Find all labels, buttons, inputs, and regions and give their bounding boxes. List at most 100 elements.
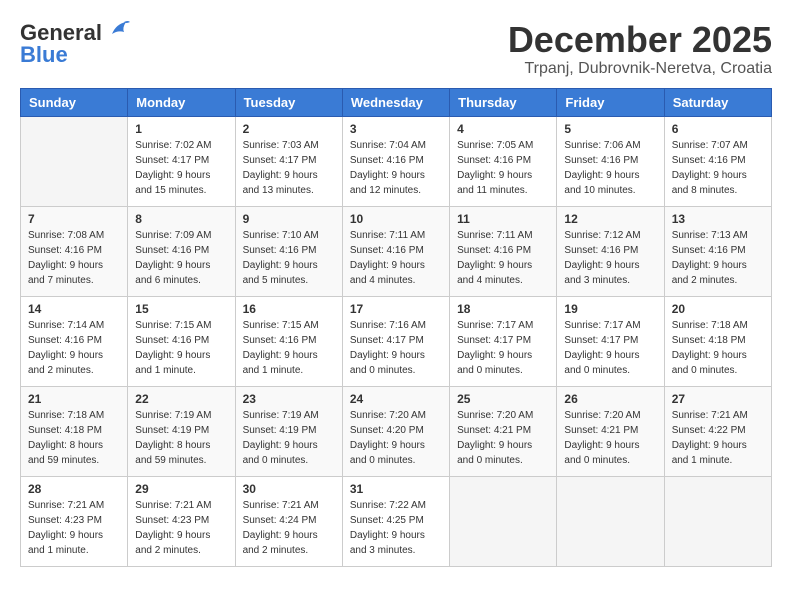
- day-number: 17: [350, 302, 442, 316]
- day-number: 2: [243, 122, 335, 136]
- calendar-cell: 31 Sunrise: 7:22 AMSunset: 4:25 PMDayligh…: [342, 476, 449, 566]
- location-subtitle: Trpanj, Dubrovnik-Neretva, Croatia: [508, 60, 772, 78]
- day-number: 13: [672, 212, 764, 226]
- weekday-header-saturday: Saturday: [664, 88, 771, 116]
- day-info: Sunrise: 7:03 AMSunset: 4:17 PMDaylight:…: [243, 140, 319, 196]
- day-number: 24: [350, 392, 442, 406]
- day-number: 5: [564, 122, 656, 136]
- day-number: 31: [350, 482, 442, 496]
- day-number: 15: [135, 302, 227, 316]
- day-number: 11: [457, 212, 549, 226]
- calendar-cell: 19 Sunrise: 7:17 AMSunset: 4:17 PMDayligh…: [557, 296, 664, 386]
- day-info: Sunrise: 7:13 AMSunset: 4:16 PMDaylight:…: [672, 230, 748, 286]
- calendar-cell: 2 Sunrise: 7:03 AMSunset: 4:17 PMDaylight…: [235, 116, 342, 206]
- calendar-cell: 3Sunrise: 7:04 AMSunset: 4:16 PMDaylight…: [342, 116, 449, 206]
- day-number: 29: [135, 482, 227, 496]
- calendar-cell: 24 Sunrise: 7:20 AMSunset: 4:20 PMDayligh…: [342, 386, 449, 476]
- day-number: 19: [564, 302, 656, 316]
- calendar-week-row: 21Sunrise: 7:18 AMSunset: 4:18 PMDayligh…: [21, 386, 772, 476]
- calendar-cell: 26 Sunrise: 7:20 AMSunset: 4:21 PMDayligh…: [557, 386, 664, 476]
- day-info: Sunrise: 7:02 AMSunset: 4:17 PMDaylight:…: [135, 140, 211, 196]
- weekday-header-sunday: Sunday: [21, 88, 128, 116]
- calendar-cell: 22Sunrise: 7:19 AMSunset: 4:19 PMDayligh…: [128, 386, 235, 476]
- calendar-cell: 21Sunrise: 7:18 AMSunset: 4:18 PMDayligh…: [21, 386, 128, 476]
- day-number: 28: [28, 482, 120, 496]
- calendar-week-row: 7 Sunrise: 7:08 AMSunset: 4:16 PMDaylight…: [21, 206, 772, 296]
- day-info: Sunrise: 7:20 AMSunset: 4:21 PMDaylight:…: [457, 410, 533, 466]
- month-title: December 2025: [508, 20, 772, 60]
- day-number: 12: [564, 212, 656, 226]
- day-info: Sunrise: 7:09 AMSunset: 4:16 PMDaylight:…: [135, 230, 211, 286]
- day-info: Sunrise: 7:22 AMSunset: 4:25 PMDaylight:…: [350, 500, 426, 556]
- calendar-cell: 28 Sunrise: 7:21 AMSunset: 4:23 PMDayligh…: [21, 476, 128, 566]
- day-info: Sunrise: 7:11 AMSunset: 4:16 PMDaylight:…: [457, 230, 532, 286]
- day-number: 27: [672, 392, 764, 406]
- day-info: Sunrise: 7:14 AMSunset: 4:16 PMDaylight:…: [28, 320, 104, 376]
- weekday-header-monday: Monday: [128, 88, 235, 116]
- calendar-table: SundayMondayTuesdayWednesdayThursdayFrid…: [20, 88, 772, 567]
- day-info: Sunrise: 7:21 AMSunset: 4:22 PMDaylight:…: [672, 410, 748, 466]
- day-number: 7: [28, 212, 120, 226]
- weekday-header-wednesday: Wednesday: [342, 88, 449, 116]
- day-info: Sunrise: 7:15 AMSunset: 4:16 PMDaylight:…: [243, 320, 319, 376]
- day-info: Sunrise: 7:11 AMSunset: 4:16 PMDaylight:…: [350, 230, 425, 286]
- calendar-cell: 7 Sunrise: 7:08 AMSunset: 4:16 PMDaylight…: [21, 206, 128, 296]
- day-number: 21: [28, 392, 120, 406]
- day-number: 23: [243, 392, 335, 406]
- calendar-cell: 15 Sunrise: 7:15 AMSunset: 4:16 PMDayligh…: [128, 296, 235, 386]
- day-info: Sunrise: 7:21 AMSunset: 4:23 PMDaylight:…: [28, 500, 104, 556]
- calendar-cell: 23 Sunrise: 7:19 AMSunset: 4:19 PMDayligh…: [235, 386, 342, 476]
- page-header: General Blue December 2025 Trpanj, Dubro…: [20, 20, 772, 78]
- day-info: Sunrise: 7:19 AMSunset: 4:19 PMDaylight:…: [243, 410, 319, 466]
- weekday-header-friday: Friday: [557, 88, 664, 116]
- calendar-cell: 8 Sunrise: 7:09 AMSunset: 4:16 PMDaylight…: [128, 206, 235, 296]
- calendar-cell: 30Sunrise: 7:21 AMSunset: 4:24 PMDayligh…: [235, 476, 342, 566]
- day-number: 6: [672, 122, 764, 136]
- day-info: Sunrise: 7:07 AMSunset: 4:16 PMDaylight:…: [672, 140, 748, 196]
- calendar-week-row: 14 Sunrise: 7:14 AMSunset: 4:16 PMDayligh…: [21, 296, 772, 386]
- calendar-week-row: 1 Sunrise: 7:02 AMSunset: 4:17 PMDaylight…: [21, 116, 772, 206]
- logo: General Blue: [20, 20, 130, 68]
- day-info: Sunrise: 7:08 AMSunset: 4:16 PMDaylight:…: [28, 230, 104, 286]
- calendar-cell: 11 Sunrise: 7:11 AMSunset: 4:16 PMDayligh…: [450, 206, 557, 296]
- day-info: Sunrise: 7:18 AMSunset: 4:18 PMDaylight:…: [672, 320, 748, 376]
- day-info: Sunrise: 7:20 AMSunset: 4:21 PMDaylight:…: [564, 410, 640, 466]
- calendar-cell: 13 Sunrise: 7:13 AMSunset: 4:16 PMDayligh…: [664, 206, 771, 296]
- calendar-cell: [450, 476, 557, 566]
- calendar-cell: 16Sunrise: 7:15 AMSunset: 4:16 PMDayligh…: [235, 296, 342, 386]
- day-info: Sunrise: 7:16 AMSunset: 4:17 PMDaylight:…: [350, 320, 426, 376]
- calendar-cell: 1 Sunrise: 7:02 AMSunset: 4:17 PMDaylight…: [128, 116, 235, 206]
- day-info: Sunrise: 7:15 AMSunset: 4:16 PMDaylight:…: [135, 320, 211, 376]
- day-number: 14: [28, 302, 120, 316]
- weekday-header-thursday: Thursday: [450, 88, 557, 116]
- day-info: Sunrise: 7:20 AMSunset: 4:20 PMDaylight:…: [350, 410, 426, 466]
- calendar-cell: 6 Sunrise: 7:07 AMSunset: 4:16 PMDaylight…: [664, 116, 771, 206]
- logo-blue: Blue: [20, 42, 68, 68]
- calendar-cell: [664, 476, 771, 566]
- day-number: 3: [350, 122, 442, 136]
- calendar-cell: 14 Sunrise: 7:14 AMSunset: 4:16 PMDayligh…: [21, 296, 128, 386]
- day-number: 1: [135, 122, 227, 136]
- title-area: December 2025 Trpanj, Dubrovnik-Neretva,…: [508, 20, 772, 78]
- calendar-week-row: 28 Sunrise: 7:21 AMSunset: 4:23 PMDayligh…: [21, 476, 772, 566]
- calendar-cell: 29 Sunrise: 7:21 AMSunset: 4:23 PMDayligh…: [128, 476, 235, 566]
- calendar-cell: 4Sunrise: 7:05 AMSunset: 4:16 PMDaylight…: [450, 116, 557, 206]
- day-number: 8: [135, 212, 227, 226]
- day-info: Sunrise: 7:21 AMSunset: 4:23 PMDaylight:…: [135, 500, 211, 556]
- day-info: Sunrise: 7:17 AMSunset: 4:17 PMDaylight:…: [457, 320, 533, 376]
- calendar-cell: [21, 116, 128, 206]
- day-info: Sunrise: 7:21 AMSunset: 4:24 PMDaylight:…: [243, 500, 319, 556]
- day-info: Sunrise: 7:17 AMSunset: 4:17 PMDaylight:…: [564, 320, 640, 376]
- day-info: Sunrise: 7:19 AMSunset: 4:19 PMDaylight:…: [135, 410, 211, 466]
- weekday-header-tuesday: Tuesday: [235, 88, 342, 116]
- day-number: 18: [457, 302, 549, 316]
- day-number: 26: [564, 392, 656, 406]
- calendar-cell: 27 Sunrise: 7:21 AMSunset: 4:22 PMDayligh…: [664, 386, 771, 476]
- calendar-cell: [557, 476, 664, 566]
- day-number: 20: [672, 302, 764, 316]
- calendar-cell: 17 Sunrise: 7:16 AMSunset: 4:17 PMDayligh…: [342, 296, 449, 386]
- day-number: 25: [457, 392, 549, 406]
- logo-bird-icon: [104, 20, 130, 42]
- day-number: 4: [457, 122, 549, 136]
- calendar-cell: 5Sunrise: 7:06 AMSunset: 4:16 PMDaylight…: [557, 116, 664, 206]
